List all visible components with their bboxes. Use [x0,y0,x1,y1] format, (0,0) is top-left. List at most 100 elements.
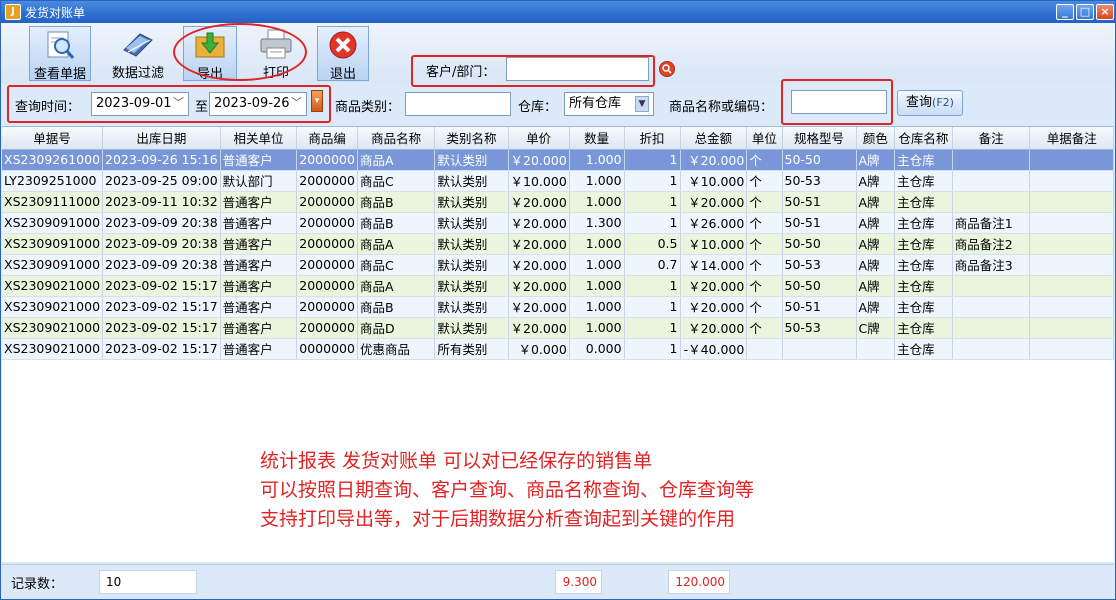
table-cell: 1 [624,338,681,360]
view-document-button[interactable]: 查看单据 [29,26,91,82]
table-row[interactable]: XS2309021000 2023-09-02 15:17 普通客户 2000000 商… [2,296,1114,318]
empty-cell [508,401,569,422]
table-cell: ￥20.000 [508,149,570,171]
table-cell: 主仓库 [894,191,953,213]
empty-cell [747,380,782,401]
empty-cell [1030,506,1114,527]
table-row[interactable]: XS2309091000 2023-09-09 20:38 普通客户 2000000 商… [2,212,1114,234]
column-header[interactable]: 单据号 [2,127,104,150]
column-header[interactable]: 类别名称 [434,127,509,150]
table-cell: 2023-09-02 15:17 [102,317,221,339]
empty-cell [103,443,221,464]
column-header[interactable]: 单价 [508,127,570,150]
customer-lookup-icon[interactable] [659,61,675,77]
table-row[interactable]: XS2309091000 2023-09-09 20:38 普通客户 2000000 商… [2,254,1114,276]
status-bar: 记录数： 10 9.300 120.000 [2,564,1114,599]
data-filter-button[interactable]: 数据过滤 [104,26,172,81]
empty-cell [569,380,624,401]
date-range-menu-icon[interactable]: ▾ [311,90,323,112]
table-cell: ￥20.000 [508,191,570,213]
column-header[interactable]: 折扣 [624,127,681,150]
table-cell: 0.000 [569,338,625,360]
app-window: J 发货对账单 _ □ × 查看单据 数据过滤 导出 打印 退出 客户/部门： … [0,0,1116,600]
column-header[interactable]: 出库日期 [102,127,221,150]
table-cell: 默认类别 [434,275,509,297]
query-button-label: 查询 [906,95,933,110]
table-cell: 2023-09-25 09:00 [102,170,221,192]
table-cell: 商品D [357,317,436,339]
table-cell: XS2309261000 [2,149,104,171]
column-header[interactable]: 单位 [746,127,783,150]
table-row[interactable]: XS2309091000 2023-09-09 20:38 普通客户 2000000 商… [2,233,1114,255]
table-cell [952,191,1031,213]
empty-cell [2,443,103,464]
category-input[interactable] [405,92,511,116]
column-header[interactable]: 备注 [952,127,1031,150]
empty-cell [856,506,895,527]
exit-button[interactable]: 退出 [317,26,369,82]
empty-cell [103,485,221,506]
table-cell: 50-50 [782,149,857,171]
maximize-button[interactable]: □ [1076,4,1094,20]
column-header[interactable]: 商品编 [296,127,358,150]
query-button[interactable]: 查询(F2) [897,90,963,116]
column-header[interactable]: 仓库名称 [894,127,953,150]
empty-cell [1030,464,1114,485]
table-cell: 50-50 [782,275,857,297]
empty-cell [297,422,358,443]
query-time-label: 查询时间： [15,100,81,115]
empty-cell [895,464,953,485]
table-cell: 普通客户 [220,317,298,339]
table-cell: 1 [624,170,681,192]
table-cell: 0.5 [624,233,681,255]
table-cell: ￥0.000 [508,338,570,360]
table-cell: 主仓库 [894,317,953,339]
warehouse-select[interactable]: 所有仓库 ▼ [564,92,654,116]
empty-cell [952,464,1030,485]
table-cell: A牌 [856,149,896,171]
table-cell: ￥20.000 [508,254,570,276]
column-header[interactable]: 相关单位 [220,127,298,150]
table-cell: 所有类别 [434,338,509,360]
column-header[interactable]: 数量 [569,127,625,150]
table-row[interactable]: XS2309021000 2023-09-02 15:17 普通客户 2000000 商… [2,275,1114,297]
table-cell: 普通客户 [220,338,298,360]
table-row[interactable]: XS2309021000 2023-09-02 15:17 普通客户 0000000 优… [2,338,1114,360]
table-cell [952,296,1031,318]
table-cell: 普通客户 [220,191,298,213]
table-row[interactable]: XS2309261000 2023-09-26 15:16 普通客户 2000000 商… [2,149,1114,171]
date-from-picker[interactable]: 2023-09-01 ﹀ [91,92,189,116]
product-search-input[interactable] [791,90,887,114]
table-row[interactable]: XS2309021000 2023-09-02 15:17 普通客户 2000000 商… [2,317,1114,339]
column-header[interactable]: 规格型号 [782,127,857,150]
dropdown-arrow-icon: ▼ [635,96,649,112]
table-cell: ￥20.000 [508,275,570,297]
table-row[interactable]: LY2309251000 2023-09-25 09:00 默认部门 2000000 商… [2,170,1114,192]
view-document-label: 查看单据 [33,67,86,82]
table-cell: 默认类别 [434,212,509,234]
close-button[interactable]: × [1096,4,1114,20]
table-cell: 1.000 [569,191,625,213]
date-to-picker[interactable]: 2023-09-26 ﹀ [209,92,307,116]
filter-book-icon [120,28,156,60]
print-button[interactable]: 打印 [248,26,304,81]
empty-cell [435,422,508,443]
column-header[interactable]: 商品名称 [357,127,436,150]
table-cell: -￥40.000 [680,338,748,360]
table-cell: 默认部门 [220,170,298,192]
table-cell: LY2309251000 [2,170,104,192]
empty-cell [569,401,624,422]
column-header[interactable]: 总金额 [680,127,748,150]
table-cell [1029,317,1114,339]
empty-cell [2,527,103,548]
column-header[interactable]: 颜色 [856,127,896,150]
empty-cell [2,464,103,485]
table-cell: 商品C [357,254,436,276]
empty-cell [680,422,747,443]
column-header[interactable]: 单据备注 [1029,127,1114,150]
export-button[interactable]: 导出 [183,26,237,82]
customer-input[interactable] [506,57,649,81]
minimize-button[interactable]: _ [1056,4,1074,20]
empty-cell [103,380,221,401]
table-row[interactable]: XS2309111000 2023-09-11 10:32 普通客户 2000000 商… [2,191,1114,213]
